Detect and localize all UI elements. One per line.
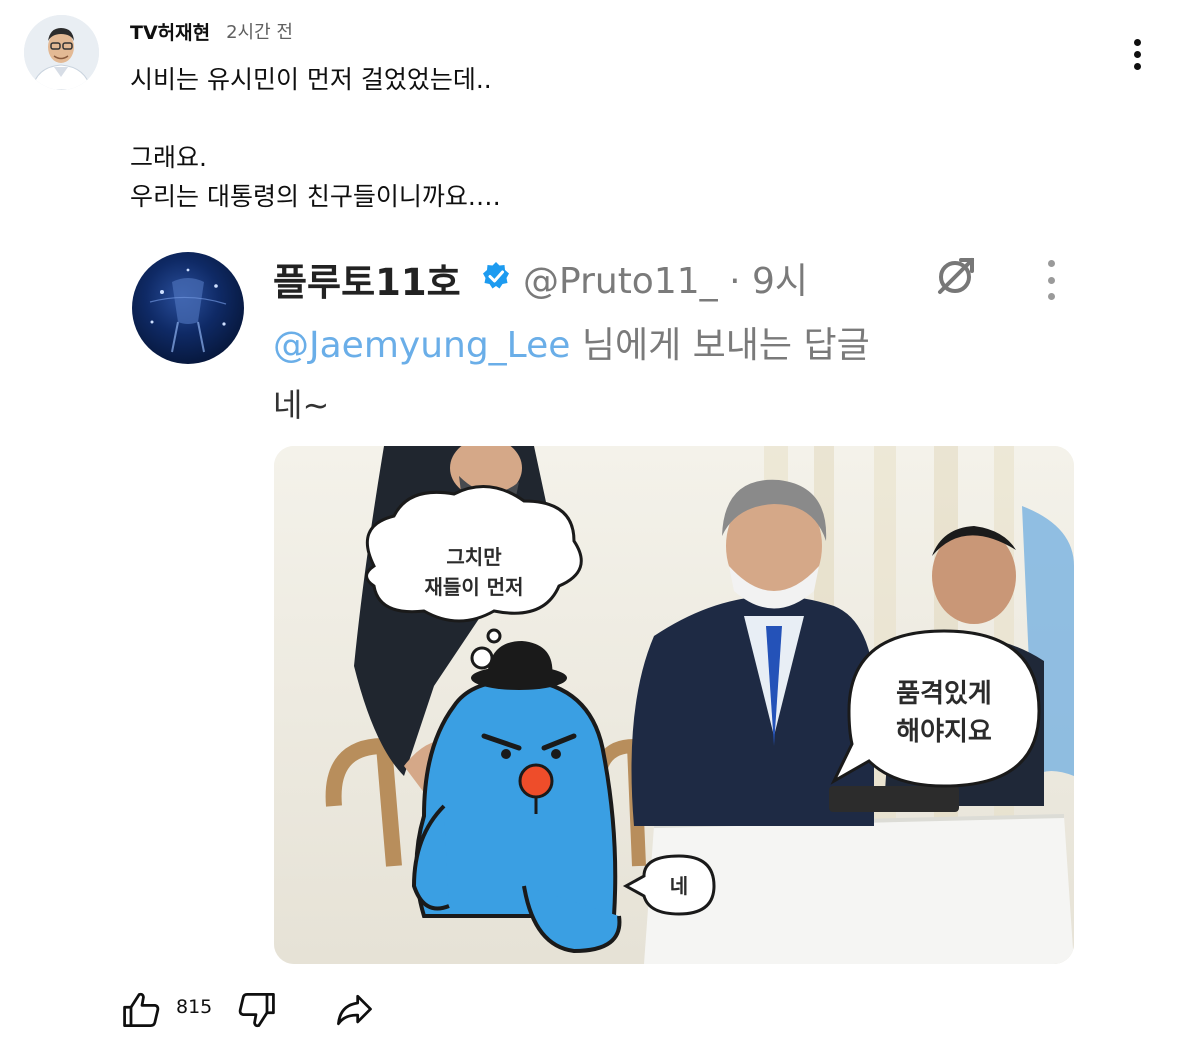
comment-author[interactable]: TV허재현 (130, 18, 210, 45)
bubble-left-line-2: 재들이 먼저 (425, 575, 524, 599)
tweet-more-icon (1046, 260, 1056, 300)
embedded-tweet-screenshot: 플루토11호 @Pruto11_ · 9시 @Jaemyung_Lee 님에게 … (118, 230, 1084, 970)
comment-header: TV허재현 2시간 전 (130, 18, 293, 44)
share-button[interactable] (332, 984, 376, 1036)
like-button[interactable] (120, 984, 164, 1036)
share-arrow-icon (337, 994, 372, 1026)
ellipsis-dot (1047, 260, 1055, 267)
comment-actions: 815 (120, 984, 440, 1036)
bubble-right-line-2: 해야지요 (896, 717, 992, 747)
tweet-avatar (132, 252, 244, 364)
tweet-reply-mention: @Jaemyung_Lee (273, 325, 571, 366)
bubble-small-text: 네 (670, 874, 688, 898)
bubble-left-line-1: 그치만 (446, 545, 502, 569)
like-count: 815 (176, 996, 213, 1018)
comment-line: 그래요. (130, 143, 207, 172)
comment-line-blank (130, 99, 501, 138)
vertical-ellipsis-icon (1133, 38, 1141, 46)
tweet-handle-time: @Pruto11_ · 9시 (523, 261, 808, 302)
ellipsis-dot (1133, 50, 1141, 58)
verified-badge-icon (483, 262, 509, 289)
ellipsis-dot (1047, 276, 1055, 284)
thumbs-up-icon (123, 992, 160, 1027)
comment-line: 시비는 유시민이 먼저 걸었었는데.. (130, 65, 492, 94)
comment-time[interactable]: 2시간 전 (226, 18, 293, 44)
tweet-author-name: 플루토11호 (273, 261, 461, 304)
ellipsis-dot (1133, 62, 1141, 70)
comment-text: 시비는 유시민이 먼저 걸었었는데.. 그래요. 우리는 대통령의 친구들이니까… (130, 60, 501, 216)
comment-line: 우리는 대통령의 친구들이니까요.… (130, 182, 501, 211)
tweet-reply-line: @Jaemyung_Lee 님에게 보내는 답글 (273, 316, 870, 368)
commenter-avatar[interactable] (24, 15, 99, 90)
thumbs-down-icon (238, 993, 275, 1028)
tweet-body: 네~ (273, 386, 330, 424)
meme-illustration: 그치만 재들이 먼저 품격있게 해야지요 네 (274, 446, 1074, 964)
bubble-right-line-1: 품격있게 (896, 679, 992, 709)
tweet-meme-image: 그치만 재들이 먼저 품격있게 해야지요 네 (274, 446, 1074, 964)
tweet-avatar-art (149, 268, 227, 353)
expand-icon (938, 258, 974, 294)
tweet-reply-suffix: 님에게 보내는 답글 (570, 325, 870, 366)
ellipsis-dot (1047, 293, 1055, 300)
comment-menu-button[interactable] (1119, 34, 1155, 74)
dislike-button[interactable] (234, 984, 278, 1036)
avatar-photo (24, 15, 99, 90)
